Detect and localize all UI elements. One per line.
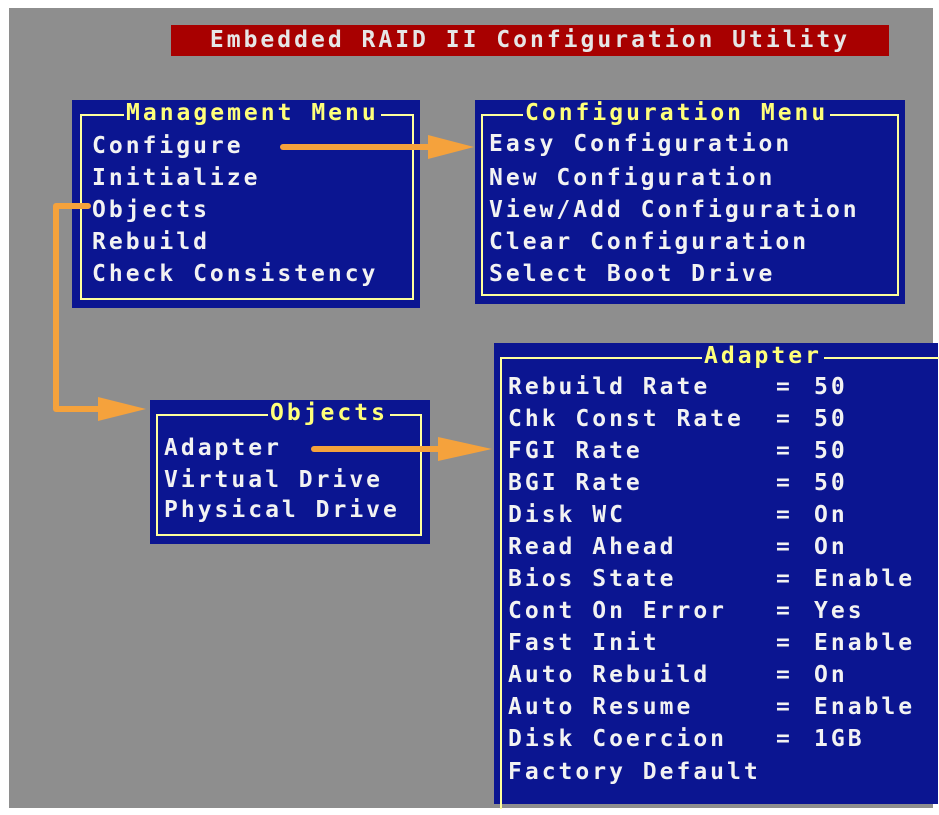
objects-menu: Objects Adapter Virtual Drive Physical D… — [150, 400, 430, 544]
adapter-setting-value: 50 — [814, 438, 848, 464]
adapter-setting-value: 50 — [814, 374, 848, 400]
adapter-setting-label[interactable]: Read Ahead — [508, 531, 676, 563]
adapter-setting-equals: = — [776, 502, 793, 528]
menu-item-adapter[interactable]: Adapter — [164, 432, 282, 464]
adapter-setting-equals: = — [776, 438, 793, 464]
utility-title: Embedded RAID II Configuration Utility — [171, 25, 889, 56]
menu-item-select-boot-drive[interactable]: Select Boot Drive — [489, 258, 775, 290]
adapter-setting-equals: = — [776, 726, 793, 752]
management-menu-title: Management Menu — [124, 100, 381, 126]
menu-item-new-configuration[interactable]: New Configuration — [489, 162, 775, 194]
adapter-setting-equals: = — [776, 534, 793, 560]
adapter-setting-label[interactable]: Disk Coercion — [508, 723, 727, 755]
adapter-menu: Adapter Rebuild Rate = 50 Chk Const Rate = 50… — [494, 343, 939, 809]
adapter-setting-equals: = — [776, 630, 793, 656]
adapter-setting-label[interactable]: Auto Resume — [508, 691, 693, 723]
adapter-setting-value: Enable — [814, 694, 916, 720]
adapter-setting-value: Enable — [814, 630, 916, 656]
adapter-setting-value: Yes — [814, 598, 865, 624]
menu-item-initialize[interactable]: Initialize — [92, 162, 260, 194]
adapter-setting-label[interactable]: Chk Const Rate — [508, 403, 744, 435]
adapter-setting-label[interactable]: FGI Rate — [508, 435, 643, 467]
adapter-setting-value: On — [814, 662, 848, 688]
configuration-menu-title: Configuration Menu — [523, 100, 831, 126]
adapter-setting-value: 50 — [814, 406, 848, 432]
menu-item-virtual-drive[interactable]: Virtual Drive — [164, 464, 383, 496]
adapter-setting-label[interactable]: Auto Rebuild — [508, 659, 710, 691]
menu-item-configure[interactable]: Configure — [92, 130, 244, 162]
adapter-setting-equals: = — [776, 662, 793, 688]
adapter-setting-label[interactable]: Fast Init — [508, 627, 660, 659]
menu-item-physical-drive[interactable]: Physical Drive — [164, 494, 400, 526]
adapter-setting-label[interactable]: BGI Rate — [508, 467, 643, 499]
menu-item-objects[interactable]: Objects — [92, 194, 210, 226]
menu-item-check-consistency[interactable]: Check Consistency — [92, 258, 378, 290]
adapter-setting-value: 1GB — [814, 726, 865, 752]
adapter-setting-value: Enable — [814, 566, 916, 592]
menu-item-view-add-configuration[interactable]: View/Add Configuration — [489, 194, 860, 226]
adapter-setting-label[interactable]: Cont On Error — [508, 595, 727, 627]
adapter-setting-equals: = — [776, 374, 793, 400]
adapter-setting-equals: = — [776, 598, 793, 624]
menu-item-easy-configuration[interactable]: Easy Configuration — [489, 128, 792, 160]
adapter-setting-value: 50 — [814, 470, 848, 496]
adapter-setting-equals: = — [776, 566, 793, 592]
adapter-setting-equals: = — [776, 694, 793, 720]
menu-item-rebuild[interactable]: Rebuild — [92, 226, 210, 258]
adapter-setting-equals: = — [776, 470, 793, 496]
adapter-setting-equals: = — [776, 406, 793, 432]
menu-item-clear-configuration[interactable]: Clear Configuration — [489, 226, 809, 258]
adapter-setting-value: On — [814, 534, 848, 560]
menu-item-factory-default[interactable]: Factory Default — [508, 756, 761, 788]
adapter-setting-label[interactable]: Rebuild Rate — [508, 371, 710, 403]
adapter-setting-label[interactable]: Disk WC — [508, 499, 626, 531]
adapter-setting-label[interactable]: Bios State — [508, 563, 676, 595]
management-menu: Management Menu Configure Initialize Obj… — [72, 100, 420, 308]
configuration-menu: Configuration Menu Easy Configuration Ne… — [475, 100, 905, 304]
objects-menu-title: Objects — [268, 400, 390, 426]
adapter-setting-value: On — [814, 502, 848, 528]
adapter-menu-title: Adapter — [702, 343, 824, 369]
